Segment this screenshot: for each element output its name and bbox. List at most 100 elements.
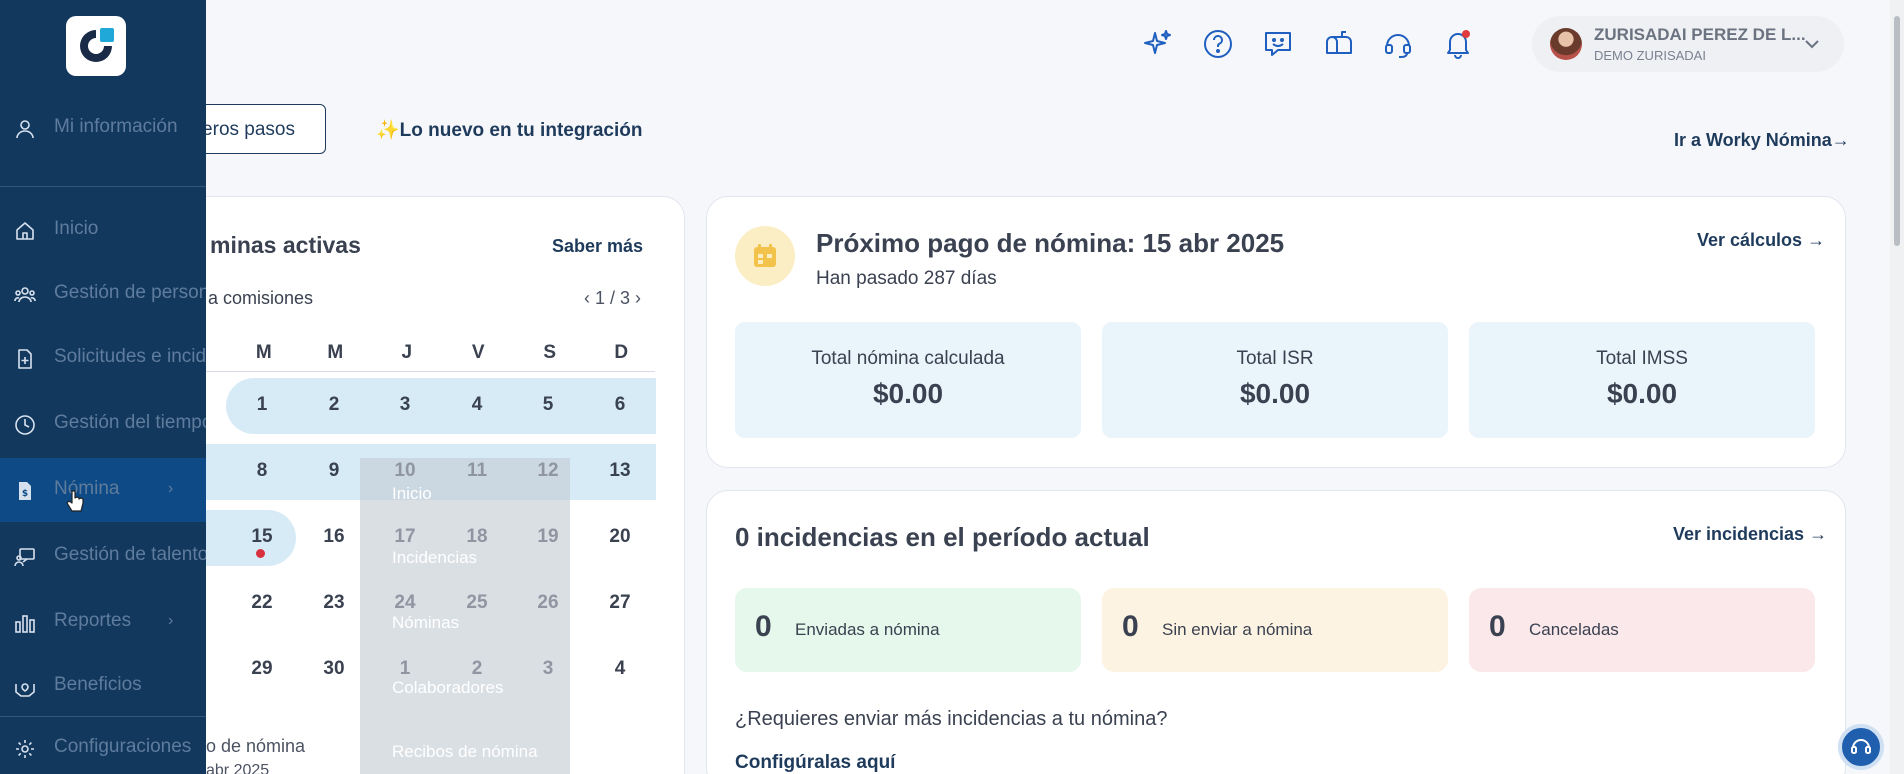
ver-incidencias-link[interactable]: Ver incidencias →	[1673, 524, 1827, 545]
headset-icon	[1851, 739, 1871, 754]
bell-icon[interactable]	[1438, 24, 1478, 64]
calendar-day[interactable]: 1	[232, 394, 292, 416]
incident-box-sent[interactable]: 0 Enviadas a nómina	[735, 588, 1081, 672]
sidebar-item-configuraciones[interactable]: Configuraciones	[0, 716, 206, 774]
payroll-doc-icon: $	[19, 482, 31, 500]
calendar-day[interactable]: 2	[304, 394, 364, 416]
calendar-divider	[170, 371, 655, 372]
sidebar-item-label: Inicio	[54, 218, 99, 239]
calendar-day[interactable]: 6	[590, 394, 650, 416]
mailbox-icon[interactable]	[1318, 24, 1358, 64]
mouse-cursor-icon	[66, 490, 84, 512]
pager-text: 1 / 3	[595, 288, 631, 308]
nomina-submenu: Inicio Incidencias Nóminas Colaboradores…	[360, 458, 570, 774]
incident-label: Enviadas a nómina	[795, 620, 940, 639]
stat-value: $0.00	[872, 378, 944, 409]
support-fab[interactable]	[1838, 724, 1884, 770]
sidebar-item-label: Nómina	[54, 478, 120, 499]
calendar-day[interactable]: 27	[590, 592, 650, 614]
calendar-day[interactable]: 23	[304, 592, 364, 614]
help-icon[interactable]	[1198, 24, 1238, 64]
calendar-day[interactable]: 4	[447, 394, 507, 416]
sidebar-item-label: Mi información	[54, 116, 178, 137]
calendar-day[interactable]: 30	[304, 658, 364, 680]
app-logo[interactable]	[66, 16, 126, 76]
sidebar-item-gestion-tiempo[interactable]: Gestión del tiempo	[0, 392, 206, 456]
stat-value: $0.00	[1239, 378, 1311, 409]
home-icon	[16, 222, 34, 240]
user-menu[interactable]: ZURISADAI PEREZ DE L... DEMO ZURISADAI	[1532, 16, 1844, 72]
headset-icon[interactable]	[1378, 24, 1418, 64]
submenu-item-recibos[interactable]: Recibos de nómina	[392, 742, 538, 762]
stat-total-imss: Total IMSS $0.00	[1469, 322, 1815, 438]
weekday: V	[471, 342, 485, 363]
calendar-day[interactable]: 5	[518, 394, 578, 416]
calendar-day[interactable]: 16	[304, 526, 364, 548]
calendar-day[interactable]: 3	[375, 394, 435, 416]
chevron-right-icon: ›	[168, 612, 174, 629]
incident-box-unsent[interactable]: 0 Sin enviar a nómina	[1102, 588, 1448, 672]
news-link[interactable]: ✨Lo nuevo en tu integración	[376, 118, 642, 142]
calendar-subtitle: a comisiones	[208, 288, 314, 308]
scrollbar-thumb[interactable]	[1894, 16, 1900, 246]
worky-nomina-link[interactable]: Ir a Worky Nómina→	[1674, 130, 1850, 151]
sidebar-item-nomina[interactable]: $ Nómina ›	[0, 458, 206, 522]
calendar-weekdays: M M J V S D	[228, 342, 674, 372]
sidebar-item-inicio[interactable]: Inicio	[0, 198, 206, 262]
payday-marker	[256, 549, 265, 558]
sidebar-item-reportes[interactable]: Reportes ›	[0, 590, 206, 654]
sidebar-item-label: Gestión de talento	[54, 544, 206, 565]
calendar-pager[interactable]: ‹ 1 / 3 ›	[584, 288, 641, 309]
sidebar-item-label: Gestión de personas	[54, 282, 206, 303]
sidebar-item-beneficios[interactable]: Beneficios	[0, 654, 206, 718]
calendar-footer-line1: o de nómina	[206, 736, 306, 756]
top-header: ina ZURISADAI PEREZ DE L...	[0, 0, 1890, 90]
calendar-day[interactable]: 20	[590, 526, 650, 548]
sidebar-item-mi-informacion[interactable]: Mi información	[0, 96, 206, 160]
document-plus-icon	[18, 349, 32, 369]
calendar-day[interactable]: 22	[232, 592, 292, 614]
sidebar-item-gestion-talento[interactable]: Gestión de talento	[0, 524, 206, 588]
calendar-icon	[735, 226, 795, 286]
page-scrollbar[interactable]	[1890, 0, 1904, 774]
ver-calculos-link[interactable]: Ver cálculos →	[1697, 230, 1825, 251]
chevron-down-icon	[1805, 40, 1819, 49]
sparkle-small-icon: ✨	[376, 120, 400, 141]
configure-link[interactable]: Configúralas aquí	[735, 752, 895, 774]
chat-feedback-icon[interactable]	[1258, 24, 1298, 64]
submenu-item-incidencias[interactable]: Incidencias	[392, 548, 477, 568]
weekday: J	[401, 342, 413, 363]
weekday: D	[614, 342, 629, 363]
sidebar: Mi información Inicio Gestión de persona…	[0, 0, 206, 774]
clock-icon	[15, 415, 35, 435]
logo-icon	[80, 28, 114, 62]
stat-label: Total nómina calculada	[811, 348, 1005, 369]
user-name: ZURISADAI PEREZ DE L...	[1594, 25, 1806, 44]
sparkle-icon[interactable]	[1138, 24, 1178, 64]
incident-count: 0	[755, 610, 772, 643]
weekday: S	[543, 342, 557, 363]
calendar-day[interactable]: 4	[590, 658, 650, 680]
svg-text:$: $	[22, 489, 28, 499]
calendar-day[interactable]: 29	[232, 658, 292, 680]
user-company: DEMO ZURISADAI	[1594, 48, 1706, 63]
stat-label: Total ISR	[1236, 348, 1314, 369]
incident-count: 0	[1489, 610, 1506, 643]
submenu-item-inicio[interactable]: Inicio	[392, 484, 432, 504]
avatar	[1550, 28, 1582, 60]
calendar-day[interactable]: 9	[304, 460, 364, 482]
sidebar-item-label: Solicitudes e incidencias	[54, 346, 206, 367]
header-actions	[1138, 24, 1478, 64]
sidebar-item-gestion-personas[interactable]: Gestión de personas	[0, 262, 206, 326]
submenu-item-nominas[interactable]: Nóminas	[392, 613, 459, 633]
calendar-day[interactable]: 8	[232, 460, 292, 482]
payment-title: Próximo pago de nómina: 15 abr 2025	[816, 228, 1285, 258]
calendar-day[interactable]: 15	[232, 526, 292, 548]
weekday: M	[255, 342, 272, 363]
submenu-item-colaboradores[interactable]: Colaboradores	[392, 678, 504, 698]
calendar-day[interactable]: 13	[590, 460, 650, 482]
saber-mas-link[interactable]: Saber más	[552, 236, 643, 257]
sidebar-item-label: Configuraciones	[54, 736, 192, 757]
sidebar-item-solicitudes[interactable]: Solicitudes e incidencias	[0, 326, 206, 390]
incident-box-cancelled[interactable]: 0 Canceladas	[1469, 588, 1815, 672]
